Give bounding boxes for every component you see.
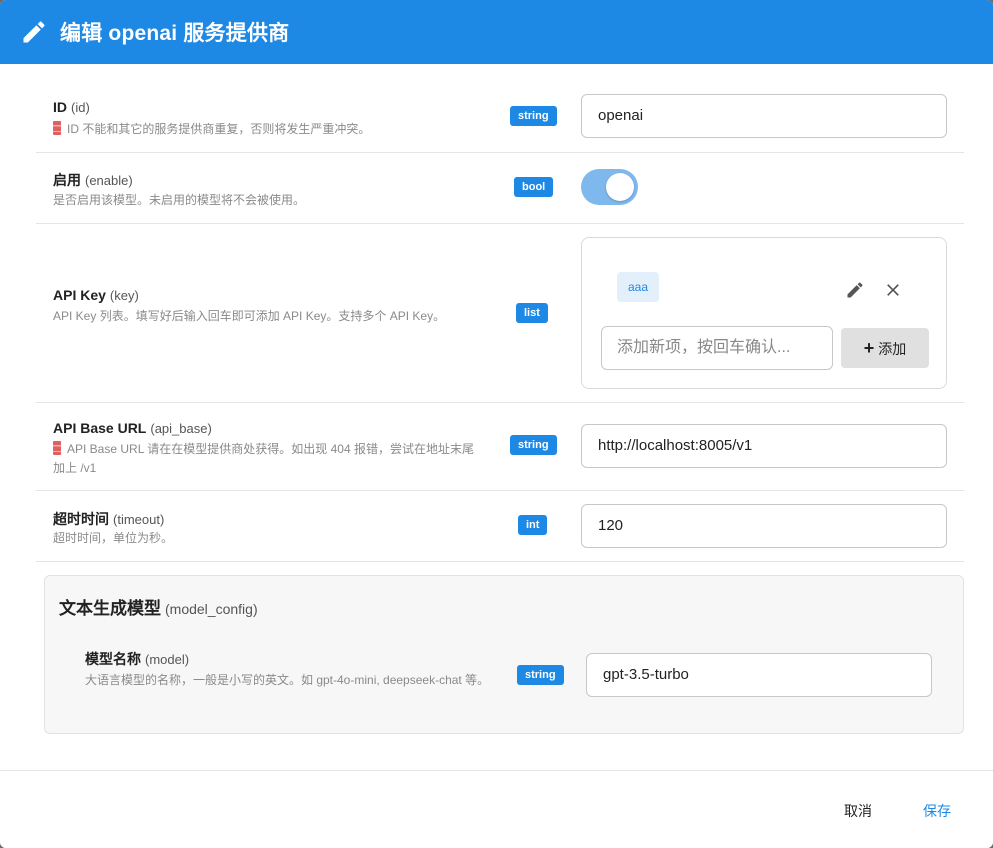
type-chip-string: string xyxy=(517,665,564,685)
group-key: (model_config) xyxy=(165,601,258,617)
type-chip-bool: bool xyxy=(514,177,554,197)
edit-pencil-icon[interactable] xyxy=(845,280,865,300)
field-row-id: ID (id) ID 不能和其它的服务提供商重复，否则将发生严重冲突。 strin… xyxy=(36,64,964,153)
dialog-footer: 取消 保存 xyxy=(0,770,993,848)
field-label-timeout: 超时时间 (timeout) xyxy=(53,509,164,529)
field-label-api-base: API Base URL (api_base) xyxy=(53,420,212,436)
field-key: (api_base) xyxy=(150,421,212,436)
dialog-header: 编辑 openai 服务提供商 xyxy=(0,0,993,64)
field-label-enable: 启用 (enable) xyxy=(53,170,133,190)
field-desc-text: API Base URL 请在在模型提供商处获得。如出现 404 报错，尝试在地… xyxy=(53,442,474,475)
field-label-id: ID (id) xyxy=(53,99,90,115)
pencil-icon xyxy=(23,21,45,43)
field-desc-id: ID 不能和其它的服务提供商重复，否则将发生严重冲突。 xyxy=(53,120,473,139)
field-row-timeout: 超时时间 (timeout) 超时时间，单位为秒。 int 120 xyxy=(36,491,964,562)
field-desc-key: API Key 列表。填写好后输入回车即可添加 API Key。支持多个 API… xyxy=(53,309,446,323)
field-label-text: API Base URL xyxy=(53,420,147,436)
warning-icon xyxy=(53,121,61,135)
type-chip-string: string xyxy=(510,106,557,126)
field-label-key: API Key (key) xyxy=(53,287,139,303)
field-key: (id) xyxy=(71,100,90,115)
warning-icon xyxy=(53,441,61,455)
toggle-knob xyxy=(606,173,634,201)
plus-icon: + xyxy=(863,338,875,358)
close-icon[interactable] xyxy=(883,280,903,300)
type-chip-int: int xyxy=(518,515,548,535)
api-base-input[interactable]: http://localhost:8005/v1 xyxy=(581,424,947,468)
field-key: (timeout) xyxy=(113,512,165,527)
field-label-text: ID xyxy=(53,99,67,115)
add-button-label: 添加 xyxy=(878,341,907,357)
field-key: (enable) xyxy=(85,173,133,188)
field-key: (key) xyxy=(109,288,139,303)
api-key-list: aaa 添加新项，按回车确认... + 添加 xyxy=(581,237,947,389)
group-title-text: 文本生成模型 xyxy=(59,599,161,618)
group-title: 文本生成模型 (model_config) xyxy=(59,594,258,619)
timeout-input[interactable]: 120 xyxy=(581,504,947,548)
dialog-body: ID (id) ID 不能和其它的服务提供商重复，否则将发生严重冲突。 strin… xyxy=(0,64,993,770)
field-row-enable: 启用 (enable) 是否启用该模型。未启用的模型将不会被使用。 bool xyxy=(36,153,964,224)
new-item-input[interactable]: 添加新项，按回车确认... xyxy=(601,326,833,370)
field-row-api-base: API Base URL (api_base) API Base URL 请在在模… xyxy=(36,403,964,491)
cancel-button[interactable]: 取消 xyxy=(844,801,872,821)
type-chip-list: list xyxy=(516,303,548,323)
field-label-text: 超时时间 xyxy=(53,511,109,527)
field-label-text: 启用 xyxy=(53,172,81,188)
model-input[interactable]: gpt-3.5-turbo xyxy=(586,653,932,697)
enable-toggle[interactable] xyxy=(581,169,638,205)
field-label-text: API Key xyxy=(53,287,106,303)
add-item-button[interactable]: + 添加 xyxy=(841,328,929,368)
id-input[interactable]: openai xyxy=(581,94,947,138)
field-row-key: API Key (key) API Key 列表。填写好后输入回车即可添加 API… xyxy=(36,224,964,403)
field-desc-text: ID 不能和其它的服务提供商重复，否则将发生严重冲突。 xyxy=(67,122,371,136)
edit-provider-dialog: 编辑 openai 服务提供商 ID (id) ID 不能和其它的服务提供商重复，… xyxy=(0,0,993,848)
dialog-title: 编辑 openai 服务提供商 xyxy=(60,22,290,45)
type-chip-string: string xyxy=(510,435,557,455)
model-config-group: 文本生成模型 (model_config) 模型名称 (model) 大语言模型的名… xyxy=(44,575,964,734)
field-key: (model) xyxy=(145,652,190,667)
field-desc-enable: 是否启用该模型。未启用的模型将不会被使用。 xyxy=(53,193,306,207)
field-label-model: 模型名称 (model) xyxy=(85,649,189,669)
save-button[interactable]: 保存 xyxy=(923,801,951,821)
field-desc-api-base: API Base URL 请在在模型提供商处获得。如出现 404 报错，尝试在地… xyxy=(53,440,478,478)
field-desc-model: 大语言模型的名称，一般是小写的英文。如 gpt-4o-mini, deepsee… xyxy=(85,673,490,687)
list-item-tag: aaa xyxy=(617,272,660,302)
field-desc-timeout: 超时时间，单位为秒。 xyxy=(53,531,174,545)
field-label-text: 模型名称 xyxy=(85,651,141,667)
